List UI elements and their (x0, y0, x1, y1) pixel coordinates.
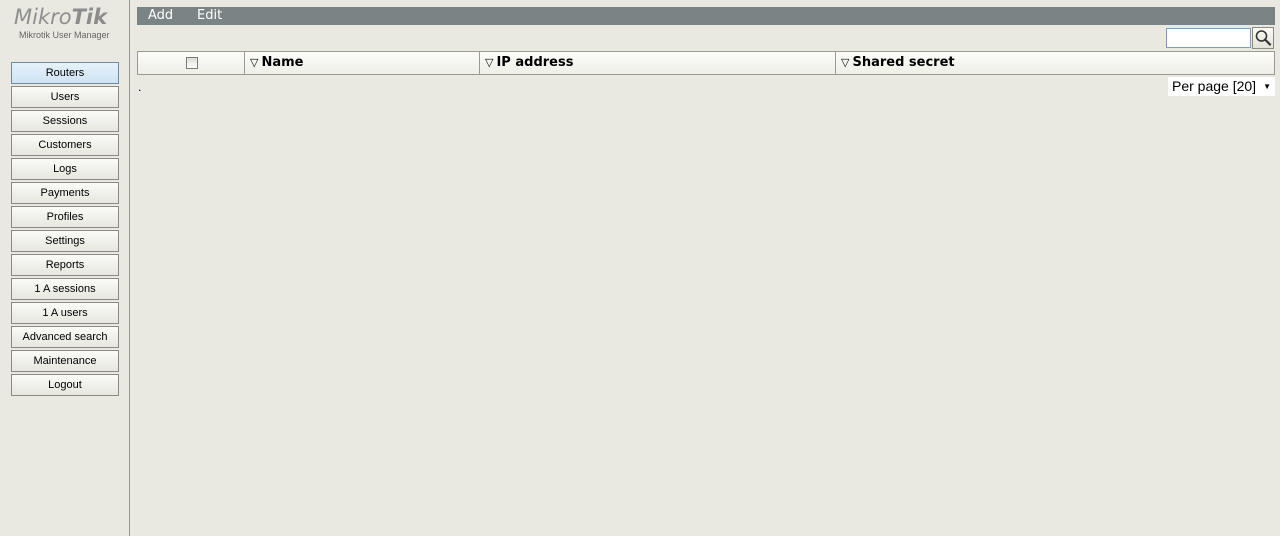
sidebar: MikroTik Mikrotik User Manager Routers U… (0, 0, 130, 536)
per-page-label: Per page [20] (1172, 78, 1257, 94)
per-page-select[interactable]: Per page [20] ▼ (1168, 77, 1275, 96)
column-header-name[interactable]: ▽ Name (245, 52, 480, 74)
logo-brand-light: Mikro (14, 5, 72, 29)
select-all-column (138, 52, 245, 74)
nav-profiles-button[interactable]: Profiles (11, 206, 119, 228)
edit-button[interactable]: Edit (197, 7, 222, 25)
nav-reports-button[interactable]: Reports (11, 254, 119, 276)
mikrotik-logo: MikroTik Mikrotik User Manager (14, 6, 118, 42)
dropdown-arrow-icon: ▼ (1263, 82, 1271, 91)
action-toolbar: Add Edit (137, 7, 1275, 25)
column-header-ip-address[interactable]: ▽ IP address (480, 52, 836, 74)
nav-1a-users-button[interactable]: 1 A users (11, 302, 119, 324)
nav-routers-button[interactable]: Routers (11, 62, 119, 84)
search-icon (1255, 30, 1272, 46)
column-secret-label: Shared secret (852, 55, 955, 70)
nav-users-button[interactable]: Users (11, 86, 119, 108)
logo-subtitle: Mikrotik User Manager (19, 30, 110, 40)
sort-triangle-icon: ▽ (841, 56, 850, 69)
nav-maintenance-button[interactable]: Maintenance (11, 350, 119, 372)
sort-triangle-icon: ▽ (485, 56, 494, 69)
nav-customers-button[interactable]: Customers (11, 134, 119, 156)
logo-wordmark: MikroTik (14, 6, 107, 28)
routers-table-header: ▽ Name ▽ IP address ▽ Shared secret (137, 51, 1275, 75)
nav-advanced-search-button[interactable]: Advanced search (11, 326, 119, 348)
nav-1a-sessions-button[interactable]: 1 A sessions (11, 278, 119, 300)
column-name-label: Name (261, 55, 304, 70)
add-button[interactable]: Add (148, 7, 173, 25)
select-all-checkbox[interactable] (186, 57, 198, 69)
nav-sessions-button[interactable]: Sessions (11, 110, 119, 132)
sidebar-nav: Routers Users Sessions Customers Logs Pa… (11, 62, 119, 398)
nav-settings-button[interactable]: Settings (11, 230, 119, 252)
nav-payments-button[interactable]: Payments (11, 182, 119, 204)
nav-logs-button[interactable]: Logs (11, 158, 119, 180)
nav-logout-button[interactable]: Logout (11, 374, 119, 396)
empty-table-marker: . (138, 80, 142, 94)
search-input[interactable] (1166, 28, 1251, 48)
column-ip-label: IP address (496, 55, 574, 70)
search-button[interactable] (1252, 27, 1274, 49)
sort-triangle-icon: ▽ (250, 56, 259, 69)
logo-brand-bold: Tik (71, 5, 108, 29)
column-header-shared-secret[interactable]: ▽ Shared secret (836, 52, 1274, 74)
